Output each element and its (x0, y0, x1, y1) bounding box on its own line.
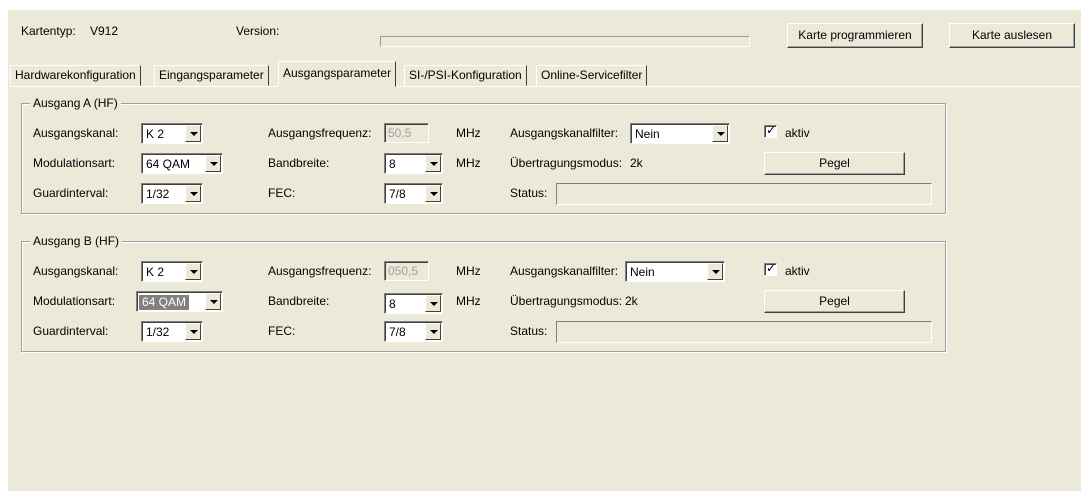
chevron-down-icon[interactable] (425, 185, 441, 202)
status-field (556, 321, 932, 343)
guard-interval-value: 1/32 (146, 187, 170, 201)
bandwidth-value: 8 (389, 297, 396, 311)
modulation-label: Modulationsart: (33, 156, 116, 170)
bandwidth-label: Bandbreite: (268, 156, 330, 170)
output-channel-value: K 2 (146, 127, 165, 141)
output-frequency-field[interactable]: 50,5 (384, 123, 429, 143)
card-type-label: Kartentyp: (21, 24, 76, 38)
read-card-button[interactable]: Karte auslesen (949, 23, 1075, 48)
modulation-select[interactable]: 64 QAM (136, 291, 223, 312)
output-channel-label: Ausgangskanal: (33, 264, 119, 278)
frequency-unit: MHz (456, 264, 481, 278)
guard-interval-value: 1/32 (146, 325, 170, 339)
chevron-down-icon[interactable] (205, 155, 221, 172)
output-b-title: Ausgang B (HF) (30, 234, 123, 248)
chevron-down-icon[interactable] (425, 155, 441, 172)
channel-filter-select[interactable]: Nein (630, 123, 730, 144)
active-label: aktiv (785, 264, 810, 278)
tab-hardwarekonfiguration[interactable]: Hardwarekonfiguration (10, 65, 141, 86)
tab-ausgangsparameter[interactable]: Ausgangsparameter (278, 61, 397, 87)
channel-filter-select[interactable]: Nein (625, 261, 725, 282)
output-frequency-field[interactable]: 050,5 (384, 261, 429, 281)
transmission-mode-label: Übertragungsmodus: (510, 294, 623, 308)
level-button[interactable]: Pegel (764, 290, 905, 313)
output-channel-value: K 2 (146, 265, 165, 279)
frequency-unit: MHz (456, 126, 481, 140)
modulation-select[interactable]: 64 QAM (141, 153, 223, 174)
transmission-mode-value: 2k (630, 156, 643, 170)
channel-filter-value: Nein (635, 127, 660, 141)
status-field (556, 183, 932, 205)
bandwidth-unit: MHz (456, 294, 481, 308)
active-checkbox[interactable] (764, 123, 777, 138)
main-panel: Kartentyp: V912 Version: Karte programmi… (8, 10, 1081, 491)
chevron-down-icon[interactable] (185, 263, 201, 280)
bandwidth-value: 8 (389, 157, 396, 171)
guard-interval-select[interactable]: 1/32 (141, 321, 203, 342)
fec-select[interactable]: 7/8 (384, 321, 443, 342)
output-frequency-label: Ausgangsfrequenz: (268, 126, 372, 140)
tab-online-servicefilter[interactable]: Online-Servicefilter (536, 65, 648, 86)
bandwidth-select[interactable]: 8 (384, 153, 443, 174)
status-label: Status: (510, 324, 548, 338)
chevron-down-icon[interactable] (205, 293, 221, 310)
chevron-down-icon[interactable] (425, 295, 441, 312)
chevron-down-icon[interactable] (707, 263, 723, 280)
channel-filter-label: Ausgangskanalfilter: (510, 264, 619, 278)
fec-label: FEC: (268, 186, 296, 200)
output-a-group: Ausgang A (HF) Ausgangskanal: K 2 Ausgan… (21, 96, 946, 214)
chevron-down-icon[interactable] (185, 125, 201, 142)
channel-filter-label: Ausgangskanalfilter: (510, 126, 619, 140)
guard-interval-label: Guardinterval: (33, 324, 109, 338)
version-progress-bar (380, 36, 750, 47)
card-type-value: V912 (90, 24, 119, 38)
chevron-down-icon[interactable] (185, 185, 201, 202)
bandwidth-unit: MHz (456, 156, 481, 170)
channel-filter-value: Nein (630, 265, 655, 279)
output-channel-select[interactable]: K 2 (141, 123, 203, 144)
modulation-value: 64 QAM (139, 295, 190, 310)
tab-panel-border (10, 86, 1079, 87)
modulation-label: Modulationsart: (33, 294, 116, 308)
output-channel-select[interactable]: K 2 (141, 261, 203, 282)
output-channel-label: Ausgangskanal: (33, 126, 119, 140)
active-checkbox[interactable] (764, 261, 777, 276)
fec-value: 7/8 (389, 325, 406, 339)
transmission-mode-label: Übertragungsmodus: (510, 156, 623, 170)
fec-select[interactable]: 7/8 (384, 183, 443, 204)
active-label: aktiv (785, 126, 810, 140)
bandwidth-select[interactable]: 8 (384, 293, 443, 314)
fec-value: 7/8 (389, 187, 406, 201)
bandwidth-label: Bandbreite: (268, 294, 330, 308)
program-card-button[interactable]: Karte programmieren (787, 23, 923, 48)
level-button[interactable]: Pegel (764, 152, 905, 175)
chevron-down-icon[interactable] (712, 125, 728, 142)
version-label: Version: (236, 24, 280, 38)
guard-interval-select[interactable]: 1/32 (141, 183, 203, 204)
tab-si-psi-konfiguration[interactable]: SI-/PSI-Konfiguration (404, 65, 527, 86)
output-b-group: Ausgang B (HF) Ausgangskanal: K 2 Ausgan… (21, 234, 946, 352)
fec-label: FEC: (268, 324, 296, 338)
chevron-down-icon[interactable] (185, 323, 201, 340)
guard-interval-label: Guardinterval: (33, 186, 109, 200)
output-frequency-label: Ausgangsfrequenz: (268, 264, 372, 278)
status-label: Status: (510, 186, 548, 200)
output-frequency-value: 50,5 (388, 126, 412, 140)
tab-eingangsparameter[interactable]: Eingangsparameter (154, 65, 269, 86)
transmission-mode-value: 2k (625, 294, 638, 308)
modulation-value: 64 QAM (146, 157, 191, 171)
chevron-down-icon[interactable] (425, 323, 441, 340)
output-frequency-value: 050,5 (388, 264, 419, 278)
output-a-title: Ausgang A (HF) (30, 96, 121, 110)
